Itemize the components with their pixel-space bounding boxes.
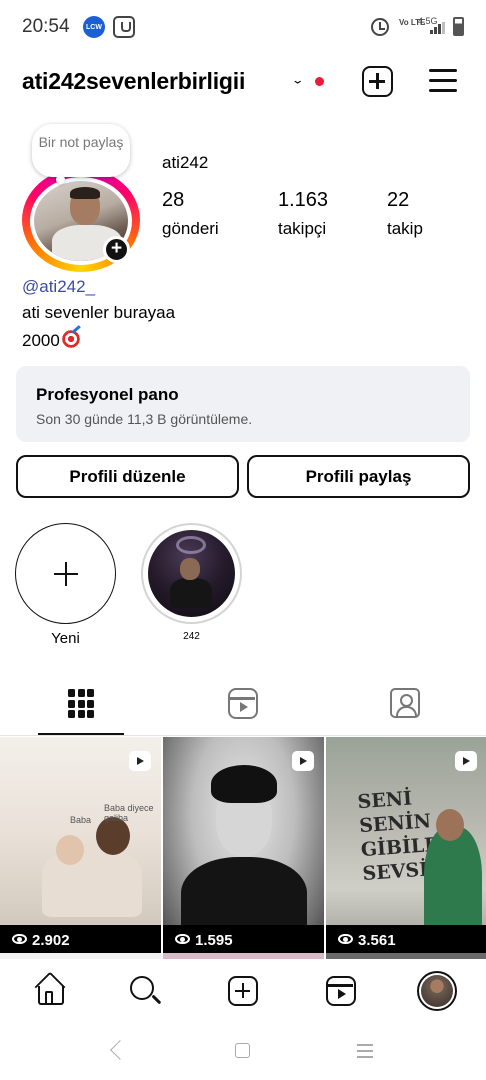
alarm-icon bbox=[371, 18, 389, 36]
post-thumbnail[interactable]: SENİ SENİN GİBİLER SEVSİN 3.561 bbox=[326, 737, 486, 953]
add-story-button[interactable]: + bbox=[103, 236, 130, 263]
reel-badge-icon bbox=[292, 751, 314, 771]
highlight-thumbnail[interactable] bbox=[148, 530, 235, 617]
home-door-icon bbox=[45, 991, 53, 1003]
next-row-preview bbox=[326, 953, 486, 959]
bio-text: 2000 bbox=[22, 331, 60, 350]
next-row-preview bbox=[163, 953, 324, 959]
reel-badge-icon bbox=[455, 751, 477, 771]
view-count: 2.902 bbox=[32, 932, 70, 949]
system-recents-icon[interactable] bbox=[357, 1043, 373, 1058]
stat-value: 28 bbox=[162, 189, 185, 211]
target-emoji-icon bbox=[60, 329, 81, 349]
reels-nav-icon[interactable] bbox=[326, 976, 356, 1006]
note-bubble[interactable]: Bir not paylaş bbox=[32, 124, 130, 184]
chevron-down-icon[interactable]: ⌄ bbox=[291, 73, 304, 87]
notification-dot bbox=[315, 77, 324, 86]
stat-label: gönderi bbox=[162, 219, 219, 238]
stat-value: 1.163 bbox=[278, 189, 329, 211]
header-username[interactable]: ati242sevenlerbirligii bbox=[22, 68, 245, 95]
eye-icon bbox=[12, 934, 27, 944]
stat-label: takip bbox=[387, 219, 423, 238]
status-bar: 20:54 LCW Vo LTE 4.5G bbox=[0, 0, 486, 52]
profile-display-name: ati242 bbox=[162, 153, 209, 172]
stat-followers[interactable]: 1.163 takipçi bbox=[278, 188, 328, 243]
stat-posts[interactable]: 28 gönderi bbox=[162, 188, 219, 243]
highlight-label: Yeni bbox=[51, 630, 80, 647]
grid-icon bbox=[68, 689, 94, 719]
battery-icon bbox=[453, 17, 464, 36]
eye-icon bbox=[338, 934, 353, 944]
edit-profile-button[interactable]: Profili düzenle bbox=[16, 455, 239, 498]
app-notification-icon bbox=[113, 16, 135, 38]
tagged-icon bbox=[390, 688, 420, 718]
share-profile-button[interactable]: Profili paylaş bbox=[247, 455, 470, 498]
dashboard-title: Profesyonel pano bbox=[36, 385, 179, 404]
post-views: 2.902 bbox=[12, 932, 70, 949]
profile-nav-avatar[interactable] bbox=[417, 971, 457, 1011]
lcw-notification-icon: LCW bbox=[83, 16, 105, 38]
new-highlight-button[interactable] bbox=[15, 523, 116, 624]
professional-dashboard[interactable]: Profesyonel pano Son 30 günde 11,3 B gör… bbox=[16, 366, 470, 442]
menu-button[interactable] bbox=[429, 68, 457, 94]
post-caption: Baba diyece galiba bbox=[104, 803, 154, 823]
profile-handle-link[interactable]: @ati242_ bbox=[22, 277, 95, 297]
bio-line: ati sevenler burayaa bbox=[22, 303, 176, 322]
create-post-icon[interactable] bbox=[228, 976, 258, 1006]
tab-divider bbox=[0, 735, 486, 736]
post-views: 3.561 bbox=[338, 932, 396, 949]
dashboard-subtitle: Son 30 günde 11,3 B görüntüleme. bbox=[36, 411, 253, 427]
stat-following[interactable]: 22 takip bbox=[387, 188, 423, 243]
create-button[interactable] bbox=[362, 66, 393, 97]
system-home-icon[interactable] bbox=[235, 1043, 250, 1058]
view-count: 3.561 bbox=[358, 932, 396, 949]
next-row-preview bbox=[0, 953, 161, 959]
view-count: 1.595 bbox=[195, 932, 233, 949]
tab-active-indicator bbox=[38, 733, 124, 735]
post-caption: Baba bbox=[70, 815, 92, 825]
stat-label: takipçi bbox=[278, 219, 327, 238]
search-icon[interactable] bbox=[130, 976, 154, 1000]
post-thumbnail[interactable]: Baba diyece galiba Baba 2.902 bbox=[0, 737, 161, 953]
post-views: 1.595 bbox=[175, 932, 233, 949]
bio-line: 2000 bbox=[22, 329, 81, 351]
post-thumbnail[interactable]: 1.595 bbox=[163, 737, 324, 953]
system-back-icon[interactable] bbox=[110, 1040, 130, 1060]
stat-value: 22 bbox=[387, 189, 410, 211]
reels-icon bbox=[228, 688, 258, 719]
highlight-label: 242 bbox=[183, 631, 200, 642]
status-time: 20:54 bbox=[22, 16, 70, 37]
reel-badge-icon bbox=[129, 751, 151, 771]
signal-icon bbox=[430, 22, 445, 34]
eye-icon bbox=[175, 934, 190, 944]
